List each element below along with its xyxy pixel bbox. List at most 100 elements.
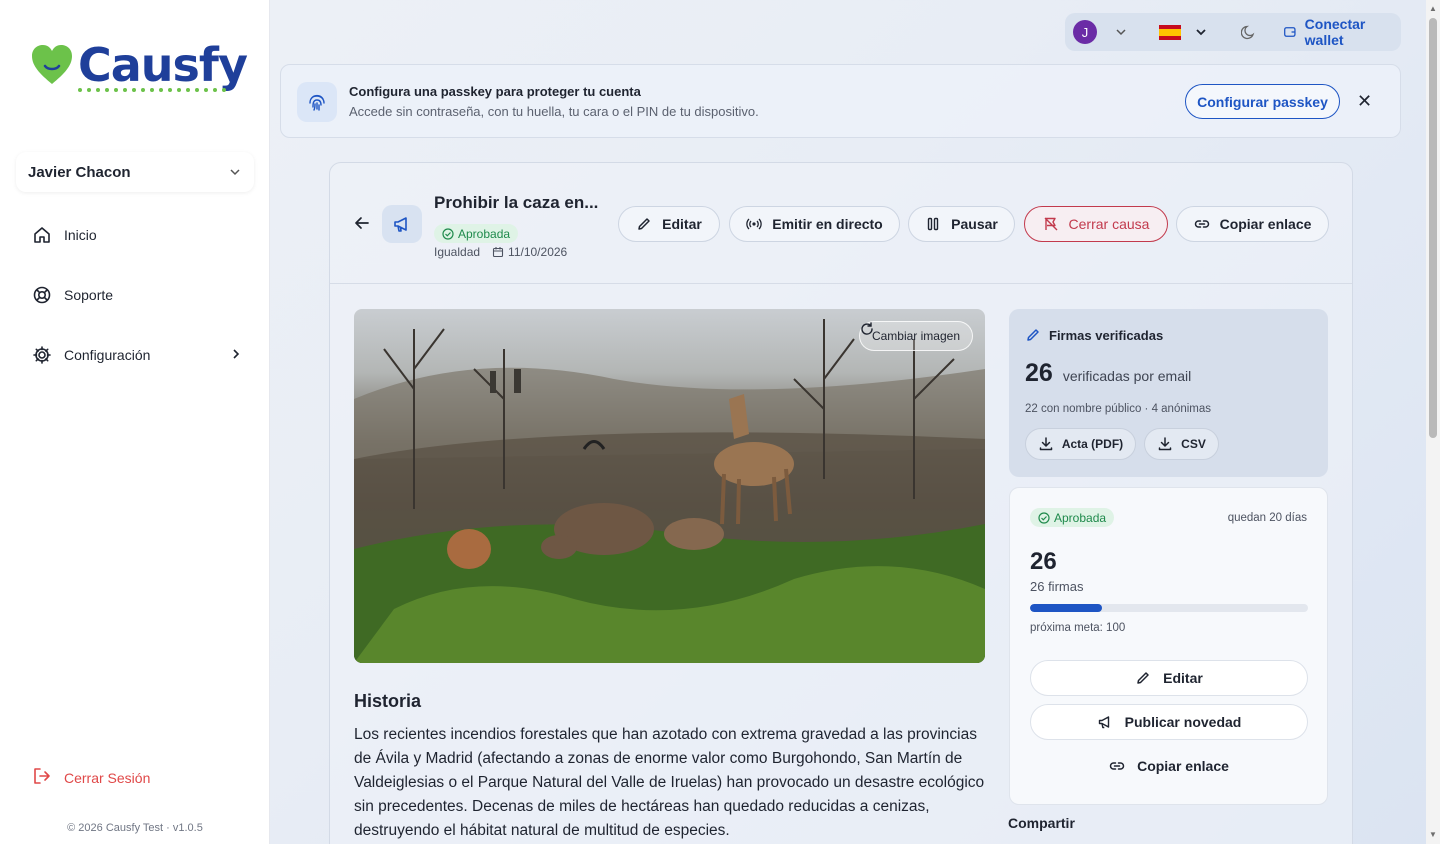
status-label: Aprobada	[458, 226, 511, 241]
passkey-banner: Configura una passkey para proteger tu c…	[280, 64, 1401, 138]
moon-icon[interactable]	[1241, 24, 1257, 40]
connect-wallet-button[interactable]: Conectar wallet	[1283, 16, 1393, 48]
pause-button[interactable]: Pausar	[908, 206, 1015, 242]
back-arrow-icon[interactable]	[354, 215, 370, 236]
verified-count-label: verificadas por email	[1062, 368, 1192, 384]
chevron-down-icon	[1196, 29, 1206, 36]
sidebar: Causfy Javier Chacon Inicio Soporte Conf…	[0, 0, 270, 844]
user-selector[interactable]: Javier Chacon	[16, 152, 254, 192]
progress-panel: Aprobada quedan 20 días 26 26 firmas pró…	[1009, 487, 1328, 805]
verified-count-number: 26	[1025, 359, 1053, 387]
progress-fill	[1030, 604, 1103, 612]
download-csv-button[interactable]: CSV	[1144, 428, 1219, 460]
pdf-label: Acta (PDF)	[1061, 437, 1124, 451]
status-label: Aprobada	[1054, 510, 1107, 525]
broadcast-icon	[746, 218, 763, 230]
edit-button[interactable]: Editar	[618, 206, 720, 242]
chevron-right-icon	[230, 347, 242, 363]
configure-passkey-button[interactable]: Configurar passkey	[1185, 84, 1340, 119]
edit-button[interactable]: Editar	[1030, 660, 1308, 696]
scrollbar-thumb[interactable]	[1429, 18, 1437, 438]
change-image-label: Cambiar imagen	[871, 329, 960, 343]
sidebar-item-label: Soporte	[64, 287, 114, 303]
change-image-button[interactable]: Cambiar imagen	[858, 321, 973, 351]
link-icon	[1109, 762, 1125, 770]
live-label: Emitir en directo	[772, 216, 883, 232]
pause-label: Pausar	[951, 216, 998, 232]
days-remaining: quedan 20 días	[1227, 512, 1307, 524]
sidebar-item-inicio[interactable]: Inicio	[32, 223, 242, 247]
share-title: Compartir	[1008, 815, 1075, 831]
logout-icon	[32, 766, 52, 789]
close-cause-label: Cerrar causa	[1068, 216, 1150, 232]
logo-text: Causfy	[78, 38, 248, 92]
check-circle-icon	[442, 227, 454, 240]
copy-link-button[interactable]: Copiar enlace	[1030, 748, 1308, 784]
version-text: © 2026 Causfy Test · v1.0.5	[67, 822, 203, 834]
topbar: J Conectar wallet	[1065, 13, 1401, 51]
scroll-up-icon[interactable]: ▲	[1429, 4, 1437, 13]
megaphone-icon	[382, 205, 422, 243]
home-icon	[32, 225, 52, 245]
avatar: J	[1073, 20, 1097, 44]
sidebar-item-soporte[interactable]: Soporte	[32, 283, 242, 307]
banner-subtitle: Accede sin contraseña, con tu huella, tu…	[349, 104, 759, 119]
progress-bar	[1030, 604, 1308, 612]
date-label: 11/10/2026	[508, 245, 568, 259]
flag-off-icon	[1044, 217, 1058, 231]
logout-button[interactable]: Cerrar Sesión	[32, 766, 150, 789]
pencil-icon	[638, 218, 650, 230]
cause-meta: Igualdad 11/10/2026	[434, 245, 567, 259]
chevron-down-icon	[230, 169, 240, 176]
scroll-down-icon[interactable]: ▼	[1429, 830, 1437, 839]
cause-card: Prohibir la caza en... Aprobada Igualdad…	[329, 162, 1353, 844]
edit-label: Editar	[1163, 670, 1203, 686]
wallet-icon	[1284, 27, 1296, 37]
banner-title: Configura una passkey para proteger tu c…	[349, 84, 641, 99]
pencil-icon	[1137, 672, 1149, 684]
copy-link-label: Copiar enlace	[1137, 758, 1229, 774]
refresh-icon	[861, 322, 873, 335]
language-selector[interactable]	[1159, 24, 1207, 40]
verified-signatures-panel: Firmas verificadas 26 verificadas por em…	[1009, 309, 1328, 477]
link-icon	[1194, 220, 1209, 228]
cause-title: Prohibir la caza en...	[434, 193, 599, 212]
close-icon[interactable]: ✕	[1357, 91, 1372, 112]
copy-link-button[interactable]: Copiar enlace	[1176, 206, 1329, 242]
status-badge: Aprobada	[1030, 508, 1115, 527]
copy-link-label: Copiar enlace	[1219, 216, 1312, 232]
pause-icon	[927, 217, 939, 231]
verified-title: Firmas verificadas	[1025, 327, 1163, 343]
download-icon	[1158, 437, 1172, 451]
scrollbar[interactable]: ▲ ▼	[1426, 0, 1440, 844]
publish-update-button[interactable]: Publicar novedad	[1030, 704, 1308, 740]
edit-label: Editar	[662, 216, 702, 232]
user-menu[interactable]: J	[1073, 20, 1127, 44]
header-divider	[330, 283, 1352, 284]
causfy-logo[interactable]: Causfy	[30, 38, 248, 92]
check-circle-icon	[1038, 511, 1050, 524]
heart-logo-icon	[32, 45, 72, 84]
sidebar-item-label: Configuración	[64, 347, 151, 363]
next-goal: próxima meta: 100	[1030, 622, 1126, 634]
lifebuoy-icon	[32, 285, 52, 305]
pencil-icon	[1027, 329, 1039, 341]
verified-detail: 22 con nombre público · 4 anónimas	[1025, 403, 1212, 415]
publish-label: Publicar novedad	[1124, 714, 1242, 730]
go-live-button[interactable]: Emitir en directo	[729, 206, 900, 242]
sidebar-item-label: Inicio	[64, 227, 97, 243]
sidebar-item-configuracion[interactable]: Configuración	[32, 343, 242, 367]
megaphone-icon	[1098, 716, 1109, 729]
spain-flag-icon	[1159, 24, 1181, 40]
close-cause-button[interactable]: Cerrar causa	[1024, 206, 1168, 242]
signature-count-label: 26 firmas	[1030, 579, 1084, 594]
signature-count: 26	[1030, 548, 1057, 575]
download-pdf-button[interactable]: Acta (PDF)	[1025, 428, 1136, 460]
download-icon	[1039, 437, 1053, 451]
csv-label: CSV	[1181, 437, 1206, 451]
logo-dots	[78, 88, 226, 92]
history-title: Historia	[354, 691, 422, 711]
logout-label: Cerrar Sesión	[64, 769, 151, 786]
calendar-icon	[492, 247, 504, 258]
verified-title-label: Firmas verificadas	[1049, 327, 1164, 343]
